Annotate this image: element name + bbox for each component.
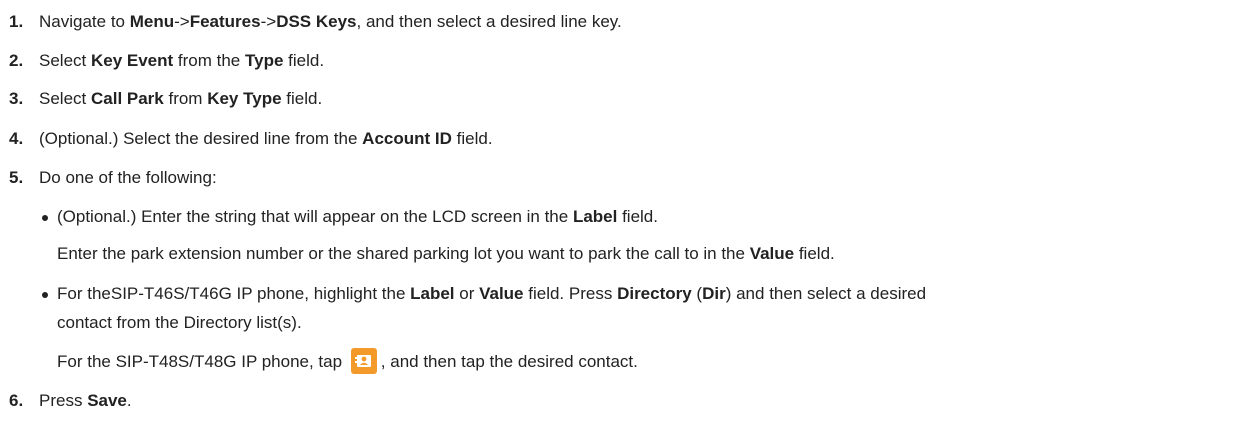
bullet-text: (Optional.) Enter the string that will a… — [57, 207, 573, 226]
bullet-1-line-1: (Optional.) Enter the string that will a… — [57, 206, 658, 228]
label-field-term: Label — [410, 284, 455, 303]
step-6: 6. Press Save. — [9, 390, 132, 412]
bullet-text: field. — [617, 207, 658, 226]
call-park-term: Call Park — [90, 89, 164, 108]
value-field-term: Value — [479, 284, 524, 303]
path-arrow: -> — [174, 12, 190, 31]
bullet-dot — [42, 292, 48, 298]
bullet-1-line-2: Enter the park extension number or the s… — [57, 243, 835, 265]
step-text: field. — [451, 129, 493, 148]
step-text: Do one of the following: — [39, 168, 217, 187]
menu-path-menu: Menu — [129, 12, 175, 31]
contacts-icon — [350, 348, 377, 375]
path-arrow: -> — [260, 12, 277, 31]
account-id-term: Account ID — [362, 129, 452, 148]
step-5: 5. Do one of the following: — [9, 167, 217, 189]
bullet-text: ( — [691, 284, 703, 303]
step-number: 6. — [9, 391, 24, 410]
step-number: 2. — [9, 51, 24, 70]
step-text: from the — [173, 51, 245, 70]
step-text: field. — [281, 89, 323, 108]
bullet-text: field. Press — [523, 284, 618, 303]
step-4: 4. (Optional.) Select the desired line fr… — [9, 128, 493, 150]
menu-path-dss-keys: DSS Keys — [276, 12, 357, 31]
step-1: 1. Navigate to Menu->Features->DSS Keys, … — [9, 11, 622, 33]
step-number: 3. — [9, 89, 24, 108]
step-text: . — [126, 391, 132, 410]
bullet-text: contact from the Directory list(s). — [57, 313, 302, 332]
instruction-document: 1. Navigate to Menu->Features->DSS Keys, … — [0, 0, 1258, 430]
step-number: 1. — [9, 12, 24, 31]
bullet-2-line-1: For theSIP-T46S/T46G IP phone, highlight… — [57, 283, 926, 305]
directory-term: Directory — [617, 284, 692, 303]
step-text: Navigate to — [39, 12, 130, 31]
bullet-text: or — [454, 284, 480, 303]
bullet-2-line-2: contact from the Directory list(s). — [57, 312, 302, 334]
bullet-text: field. — [794, 244, 835, 263]
bullet-text: For the SIP-T48S/T48G IP phone, tap — [57, 352, 347, 371]
step-text: field. — [283, 51, 325, 70]
step-2: 2. Select Key Event from the Type field. — [9, 50, 324, 72]
dir-term: Dir — [702, 284, 726, 303]
step-number: 5. — [9, 168, 24, 187]
key-event-term: Key Event — [90, 51, 174, 70]
bullet-text: , and then tap the desired contact. — [380, 352, 638, 371]
bullet-text: ) and then select a desired — [725, 284, 927, 303]
step-text: from — [163, 89, 208, 108]
step-text: Press — [39, 391, 88, 410]
step-number: 4. — [9, 129, 24, 148]
step-text: , and then select a desired line key. — [356, 12, 622, 31]
menu-path-features: Features — [189, 12, 261, 31]
step-text: (Optional.) Select the desired line from… — [39, 129, 363, 148]
save-term: Save — [87, 391, 127, 410]
bullet-dot — [42, 215, 48, 221]
step-text: Select — [39, 89, 91, 108]
bullet-text: For theSIP-T46S/T46G IP phone, highlight… — [57, 284, 411, 303]
type-field-term: Type — [245, 51, 284, 70]
step-text: Select — [39, 51, 91, 70]
label-field-term: Label — [572, 207, 618, 226]
bullet-text: Enter the park extension number or the s… — [57, 244, 750, 263]
step-3: 3. Select Call Park from Key Type field. — [9, 88, 322, 110]
value-field-term: Value — [749, 244, 795, 263]
key-type-term: Key Type — [207, 89, 282, 108]
bullet-2-line-3: For the SIP-T48S/T48G IP phone, tap , an… — [57, 348, 638, 375]
